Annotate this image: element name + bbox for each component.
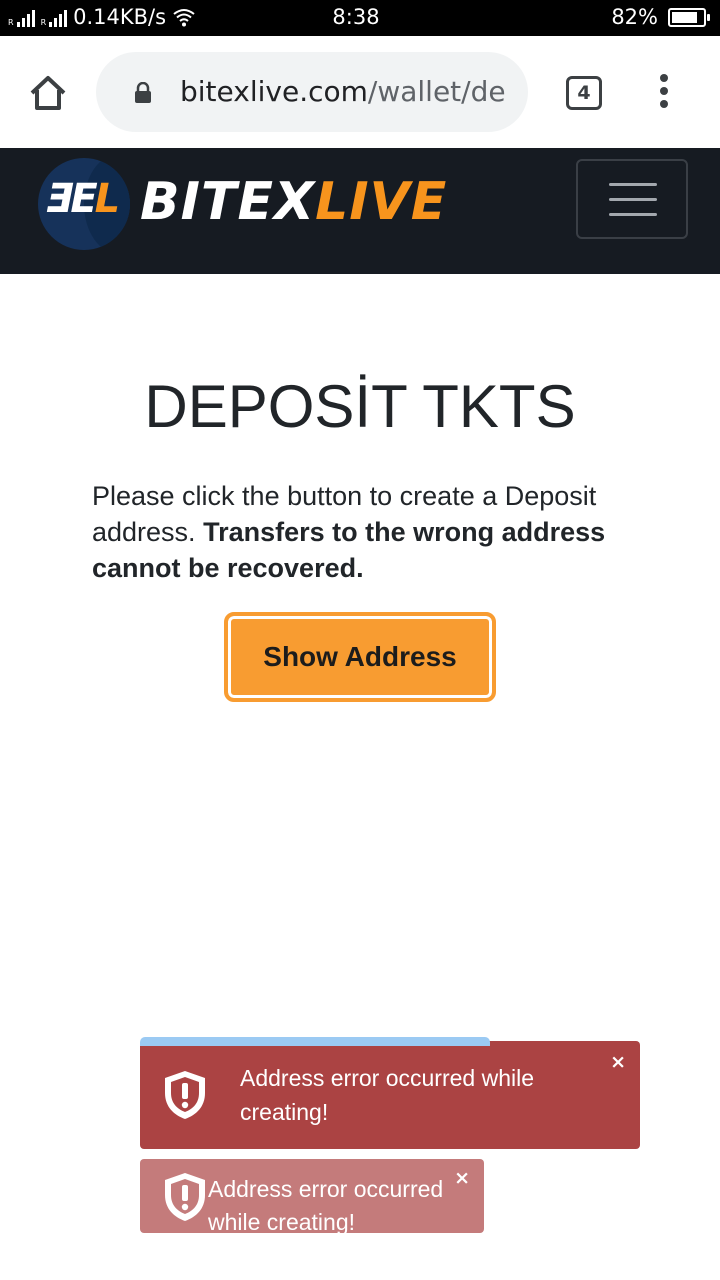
battery-fill <box>672 11 697 23</box>
toast-close-icon[interactable]: × <box>610 1051 626 1073</box>
status-right: 82% <box>611 5 710 29</box>
toast-close-icon[interactable]: × <box>454 1167 470 1189</box>
show-address-label: Show Address <box>263 641 457 672</box>
toast-message: Address error occurred while creating! <box>208 1176 444 1233</box>
hamburger-menu-button[interactable] <box>576 159 688 239</box>
shield-alert-icon <box>165 1173 205 1221</box>
toast-progress-bar <box>140 1037 490 1046</box>
show-address-button[interactable]: Show Address <box>224 612 496 702</box>
url-path: /wallet/de <box>367 75 506 108</box>
home-icon[interactable] <box>28 74 68 112</box>
error-toast: Address error occurred while creating! × <box>140 1041 640 1149</box>
logo-mark: ƎEL <box>46 176 120 222</box>
tabs-icon[interactable]: 4 <box>566 76 602 110</box>
clock: 8:38 <box>332 5 380 29</box>
address-bar[interactable]: bitexlive.com/wallet/de <box>96 52 528 132</box>
url-text[interactable]: bitexlive.com/wallet/de <box>180 74 508 110</box>
logo-wordmark: BITEXLIVE <box>140 172 448 232</box>
browser-toolbar: bitexlive.com/wallet/de 4 <box>0 36 720 148</box>
deposit-instructions: Please click the button to create a Depo… <box>92 478 672 586</box>
battery-percent: 82% <box>611 5 658 29</box>
lock-icon <box>135 82 151 103</box>
page-title: DEPOSİT TKTS <box>144 373 576 440</box>
toast-message: Address error occurred while creating! <box>240 1065 535 1125</box>
status-bar: R R 0.14KB/s 8:38 82% <box>0 0 720 36</box>
battery-icon <box>668 7 710 27</box>
overflow-menu-icon[interactable] <box>650 74 678 114</box>
site-navbar: ƎEL BITEXLIVE <box>0 148 720 274</box>
url-host: bitexlive.com <box>180 75 368 108</box>
shield-alert-icon <box>165 1071 205 1119</box>
site-logo[interactable]: ƎEL BITEXLIVE <box>38 158 458 258</box>
error-toast-2: Address error occurred while creating! × <box>140 1159 484 1233</box>
tab-count: 4 <box>577 82 591 104</box>
